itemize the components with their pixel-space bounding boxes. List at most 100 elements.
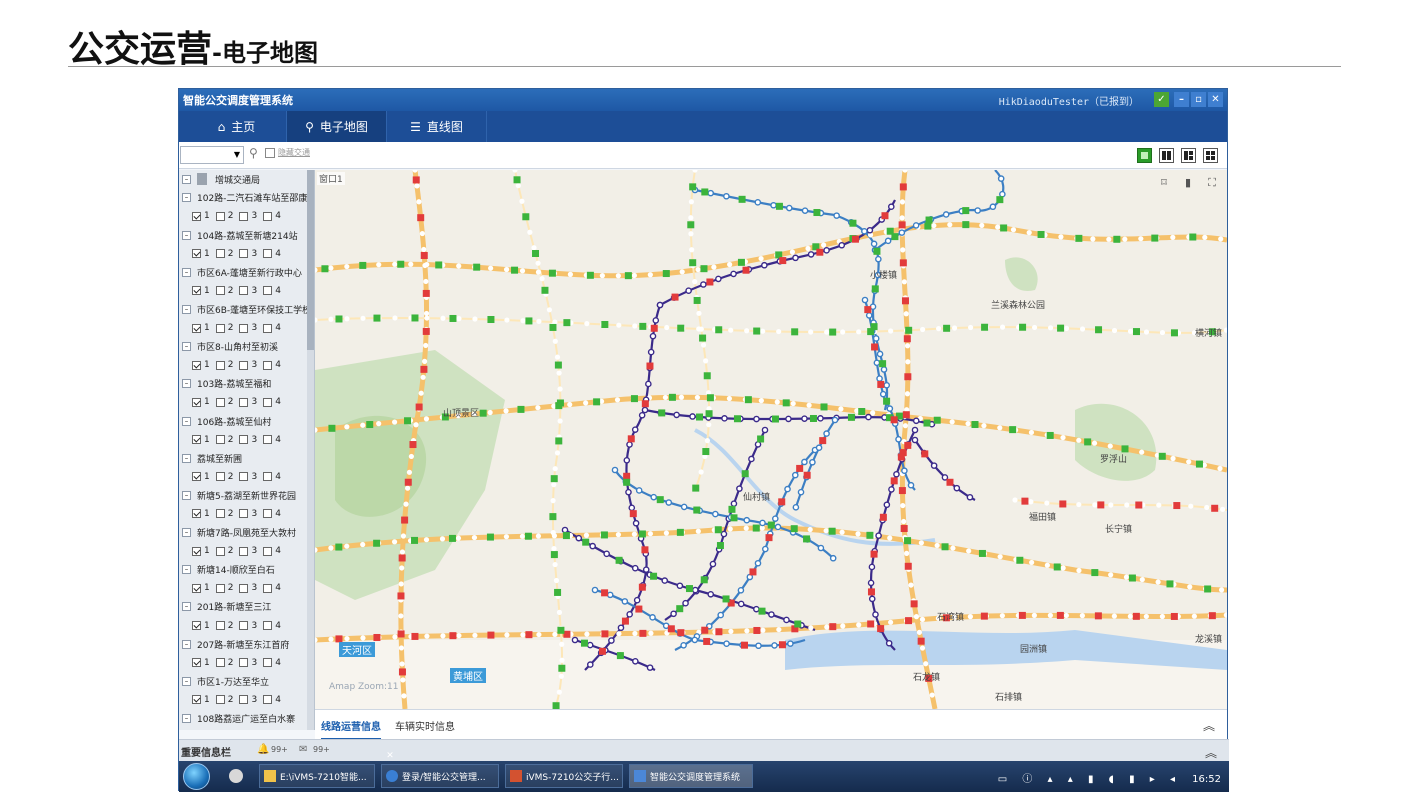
- bus-stop-marker[interactable]: [695, 528, 701, 534]
- bus-stop-marker[interactable]: [902, 423, 909, 429]
- route-option-checkbox[interactable]: 3: [239, 286, 257, 296]
- bus-stop-marker[interactable]: [817, 415, 824, 422]
- bus-stop-marker[interactable]: [783, 616, 790, 624]
- bus-vehicle-marker[interactable]: [624, 272, 632, 280]
- checkbox[interactable]: [263, 695, 273, 705]
- route-option-checkbox[interactable]: 1: [192, 583, 210, 593]
- bus-stop-marker[interactable]: [535, 260, 541, 266]
- bus-stop-marker[interactable]: [456, 263, 462, 269]
- bus-vehicle-marker[interactable]: [809, 414, 817, 422]
- bus-stop-marker[interactable]: [840, 623, 846, 629]
- route-option-checkbox[interactable]: 2: [215, 435, 233, 445]
- tree-route-item[interactable]: – 市区8-山角村至初溪: [179, 337, 314, 356]
- bus-vehicle-marker[interactable]: [700, 265, 708, 273]
- bus-vehicle-marker[interactable]: [962, 207, 970, 215]
- bus-vehicle-marker[interactable]: [1158, 452, 1166, 460]
- bus-stop-marker[interactable]: [553, 577, 560, 584]
- bus-vehicle-marker[interactable]: [1189, 233, 1197, 241]
- bus-vehicle-marker[interactable]: [820, 403, 828, 411]
- bus-stop-marker[interactable]: [833, 212, 840, 219]
- layout-quad-button[interactable]: [1203, 148, 1218, 163]
- bus-vehicle-marker[interactable]: [677, 629, 685, 637]
- checkbox[interactable]: [215, 397, 225, 407]
- bus-stop-marker[interactable]: [1170, 234, 1176, 240]
- bus-stop-marker[interactable]: [606, 591, 614, 599]
- bus-vehicle-marker[interactable]: [898, 221, 906, 229]
- bus-vehicle-marker[interactable]: [658, 409, 666, 417]
- bus-stop-marker[interactable]: [755, 642, 762, 650]
- bus-stop-marker[interactable]: [685, 287, 692, 295]
- collapse-icon[interactable]: –: [182, 193, 191, 203]
- bus-stop-marker[interactable]: [815, 444, 823, 452]
- bus-vehicle-marker[interactable]: [627, 435, 635, 443]
- bus-vehicle-marker[interactable]: [1170, 612, 1178, 620]
- bus-stop-marker[interactable]: [900, 502, 906, 509]
- bus-stop-marker[interactable]: [872, 611, 879, 618]
- bus-stop-marker[interactable]: [895, 435, 902, 443]
- bus-stop-marker[interactable]: [1058, 234, 1064, 240]
- bus-stop-marker[interactable]: [1122, 236, 1128, 242]
- bus-stop-marker[interactable]: [721, 415, 728, 422]
- bus-stop-marker[interactable]: [1223, 327, 1227, 333]
- bus-stop-marker[interactable]: [621, 598, 629, 605]
- bus-stop-marker[interactable]: [787, 640, 794, 647]
- bus-stop-marker[interactable]: [870, 410, 876, 416]
- route-option-checkbox[interactable]: 3: [239, 546, 257, 556]
- bus-stop-marker[interactable]: [823, 528, 829, 534]
- bus-stop-marker[interactable]: [1204, 504, 1210, 511]
- bus-stop-marker[interactable]: [717, 611, 724, 619]
- bus-vehicle-marker[interactable]: [870, 550, 878, 558]
- checkbox[interactable]: [192, 546, 201, 556]
- bus-stop-marker[interactable]: [583, 400, 589, 406]
- bus-stop-marker[interactable]: [868, 595, 876, 603]
- bus-stop-marker[interactable]: [744, 328, 750, 334]
- bus-vehicle-marker[interactable]: [677, 324, 685, 332]
- bus-vehicle-marker[interactable]: [1135, 501, 1143, 509]
- bus-stop-marker[interactable]: [806, 402, 812, 408]
- bus-vehicle-marker[interactable]: [981, 323, 989, 331]
- checkbox[interactable]: [239, 658, 249, 668]
- bus-stop-marker[interactable]: [422, 358, 428, 364]
- bus-stop-marker[interactable]: [762, 545, 769, 553]
- bus-vehicle-marker[interactable]: [715, 628, 723, 636]
- bus-vehicle-marker[interactable]: [921, 450, 929, 458]
- bus-stop-marker[interactable]: [328, 636, 334, 642]
- checkbox[interactable]: [263, 249, 273, 259]
- bus-vehicle-marker[interactable]: [715, 326, 723, 334]
- tree-route-item[interactable]: –102路-二汽石滩车站至邵康庄: [179, 189, 314, 208]
- bus-stop-marker[interactable]: [642, 566, 650, 573]
- bus-stop-marker[interactable]: [641, 406, 649, 414]
- collapse-icon[interactable]: –: [182, 304, 191, 314]
- bus-stop-marker[interactable]: [575, 534, 583, 542]
- bus-stop-marker[interactable]: [1111, 327, 1118, 334]
- bus-stop-marker[interactable]: [328, 265, 334, 271]
- bus-stop-marker[interactable]: [919, 645, 926, 651]
- bus-stop-marker[interactable]: [953, 484, 961, 492]
- maximize-button[interactable]: ▫: [1191, 92, 1206, 107]
- bus-stop-marker[interactable]: [692, 170, 698, 173]
- bus-stop-marker[interactable]: [414, 183, 420, 189]
- bus-vehicle-marker[interactable]: [639, 629, 647, 637]
- route-option-checkbox[interactable]: 1: [192, 658, 210, 668]
- bus-vehicle-marker[interactable]: [1091, 569, 1099, 577]
- bus-vehicle-marker[interactable]: [923, 419, 931, 427]
- bus-stop-marker[interactable]: [632, 519, 640, 527]
- bus-stop-marker[interactable]: [661, 577, 669, 584]
- bus-vehicle-marker[interactable]: [978, 549, 986, 557]
- bus-vehicle-marker[interactable]: [552, 702, 560, 709]
- bus-vehicle-marker[interactable]: [593, 398, 601, 406]
- bus-stop-marker[interactable]: [589, 542, 596, 550]
- bus-stop-marker[interactable]: [520, 318, 526, 324]
- bus-stop-marker[interactable]: [974, 207, 981, 214]
- bus-stop-marker[interactable]: [1060, 565, 1066, 571]
- bus-stop-marker[interactable]: [688, 231, 694, 237]
- bus-stop-marker[interactable]: [535, 405, 541, 411]
- bus-stop-marker[interactable]: [730, 270, 737, 278]
- bus-vehicle-marker[interactable]: [517, 405, 525, 413]
- bus-stop-marker[interactable]: [930, 462, 938, 469]
- bus-stop-marker[interactable]: [1106, 236, 1112, 242]
- bus-vehicle-marker[interactable]: [635, 605, 643, 613]
- bus-vehicle-marker[interactable]: [778, 498, 786, 506]
- bus-stop-marker[interactable]: [552, 338, 558, 344]
- bus-vehicle-marker[interactable]: [685, 585, 693, 593]
